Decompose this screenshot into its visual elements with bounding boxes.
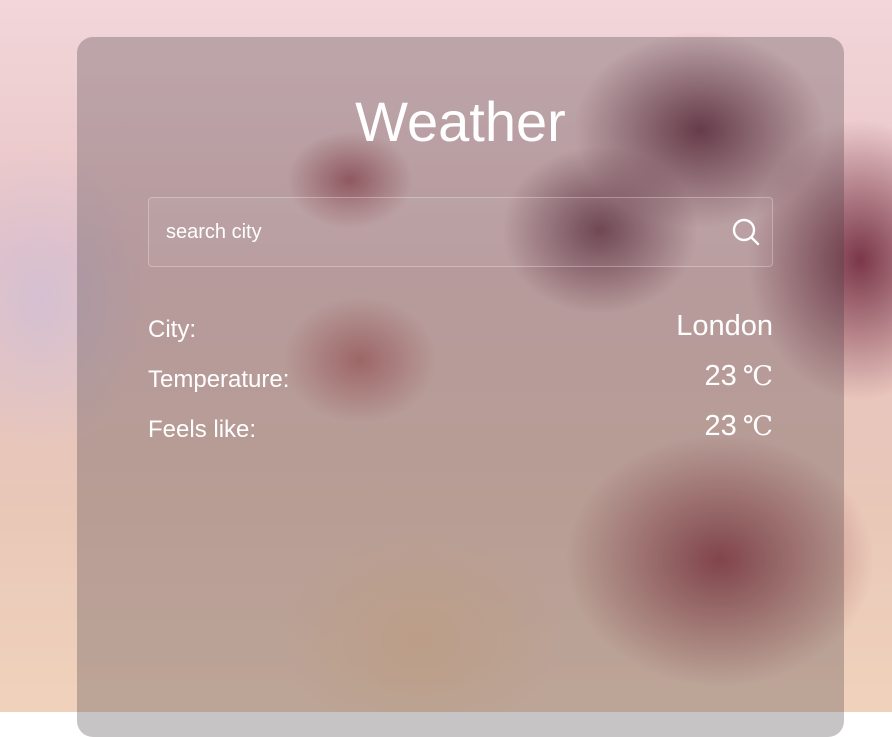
temperature-value-group: 23 ℃ (705, 360, 773, 393)
temperature-value: 23 (704, 360, 737, 392)
temperature-row: Temperature: 23 ℃ (148, 360, 773, 400)
city-label: City: (148, 316, 196, 343)
city-row: City: London (148, 310, 773, 350)
temperature-label: Temperature: (148, 366, 290, 393)
feels-like-value-group: 23 ℃ (705, 410, 773, 443)
search-input[interactable] (149, 198, 709, 266)
weather-card: Weather City: London Temperature: 23℃ Fe… (77, 37, 844, 737)
search-icon (732, 218, 760, 246)
search-box (148, 197, 773, 267)
city-value: London (676, 310, 773, 342)
temperature-unit: ℃ (742, 361, 773, 391)
feels-like-row: Feels like: 23 ℃ (148, 410, 773, 450)
app-title: Weather (355, 90, 566, 153)
feels-like-label: Feels like: (148, 416, 257, 443)
feels-like-value: 23 (704, 410, 737, 442)
feels-like-unit: ℃ (742, 411, 773, 441)
search-button[interactable] (730, 216, 762, 248)
